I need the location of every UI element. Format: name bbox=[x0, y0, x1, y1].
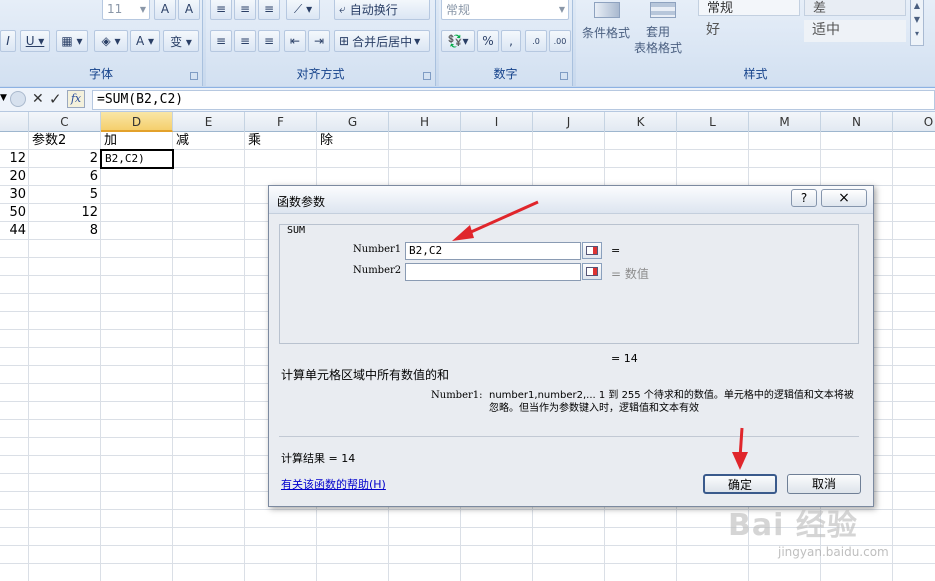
annotation-arrows bbox=[452, 200, 748, 470]
arrow-to-number1-icon bbox=[452, 200, 539, 241]
watermark-url: jingyan.baidu.com bbox=[778, 545, 889, 559]
watermark-brand: Bai 经验 bbox=[728, 508, 858, 543]
arrow-to-ok-icon bbox=[732, 427, 748, 470]
